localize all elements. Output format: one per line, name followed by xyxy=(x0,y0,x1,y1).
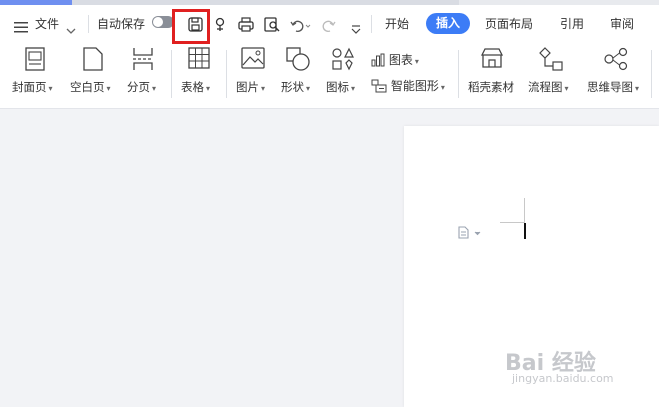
tab-page-layout[interactable]: 页面布局 xyxy=(485,14,533,34)
chart-icon xyxy=(371,53,385,67)
flowchart-label: 流程图 xyxy=(528,80,563,94)
format-painter-icon[interactable] xyxy=(213,17,227,36)
divider xyxy=(651,50,652,98)
chevron-down-icon[interactable] xyxy=(66,20,76,39)
tab-review[interactable]: 审阅 xyxy=(610,14,634,34)
divider xyxy=(226,50,227,98)
autosave-label: 自动保存 xyxy=(97,17,146,31)
page-break-label: 分页 xyxy=(127,80,150,94)
shop-icon xyxy=(480,48,504,68)
save-highlight-annotation xyxy=(172,9,210,44)
menu-icon[interactable] xyxy=(14,18,28,37)
divider xyxy=(171,50,172,98)
smartart-label: 智能图形 xyxy=(390,79,439,93)
flowchart-icon xyxy=(539,47,563,71)
blank-page-label: 空白页 xyxy=(70,80,105,94)
chart-label: 图表 xyxy=(388,53,413,67)
toggle-knob xyxy=(153,17,163,27)
divider xyxy=(458,50,459,98)
paragraph-options-icon[interactable] xyxy=(458,224,482,243)
margin-corner-mark xyxy=(500,198,525,223)
chart-button[interactable]: 图表 ▾ xyxy=(371,51,419,68)
file-menu[interactable]: 文件 xyxy=(35,14,59,34)
smartart-icon xyxy=(371,79,387,93)
baidu-watermark-url: jingyan.baidu.com xyxy=(512,372,614,385)
tab-references[interactable]: 引用 xyxy=(560,14,584,34)
docer-material-label: 稻壳素材 xyxy=(468,80,514,94)
autosave-toggle[interactable] xyxy=(152,16,174,28)
divider xyxy=(371,15,372,33)
table-label: 表格 xyxy=(181,80,204,94)
customize-toolbar-icon[interactable] xyxy=(351,19,361,38)
smartart-button[interactable]: 智能图形 ▾ xyxy=(371,77,445,94)
mindmap-icon xyxy=(604,47,628,71)
table-icon xyxy=(188,47,210,69)
redo-icon[interactable] xyxy=(322,18,336,37)
shape-label: 形状 xyxy=(281,80,304,94)
ribbon: 文件 自动保存 开始 插入 页面布局 引用 审阅 封面页 ▾ 空白页 ▾ 分页 … xyxy=(0,5,659,109)
divider xyxy=(88,15,89,33)
picture-label: 图片 xyxy=(236,80,259,94)
cover-page-icon xyxy=(25,47,45,71)
cover-page-label: 封面页 xyxy=(12,80,47,94)
shape-icon xyxy=(286,47,310,71)
print-icon[interactable] xyxy=(238,17,254,36)
quick-access-toolbar: 文件 自动保存 开始 插入 页面布局 引用 审阅 xyxy=(0,5,659,44)
picture-icon xyxy=(241,47,265,69)
blank-page-icon xyxy=(83,47,103,71)
text-cursor xyxy=(524,223,526,239)
undo-icon[interactable] xyxy=(290,18,312,37)
tab-insert[interactable]: 插入 xyxy=(426,13,470,34)
icon-library-icon xyxy=(332,47,354,71)
icon-library-label: 图标 xyxy=(326,80,349,94)
tab-home[interactable]: 开始 xyxy=(385,14,409,34)
mindmap-label: 思维导图 xyxy=(587,80,633,94)
print-preview-icon[interactable] xyxy=(264,17,280,36)
page-break-icon xyxy=(133,48,153,70)
